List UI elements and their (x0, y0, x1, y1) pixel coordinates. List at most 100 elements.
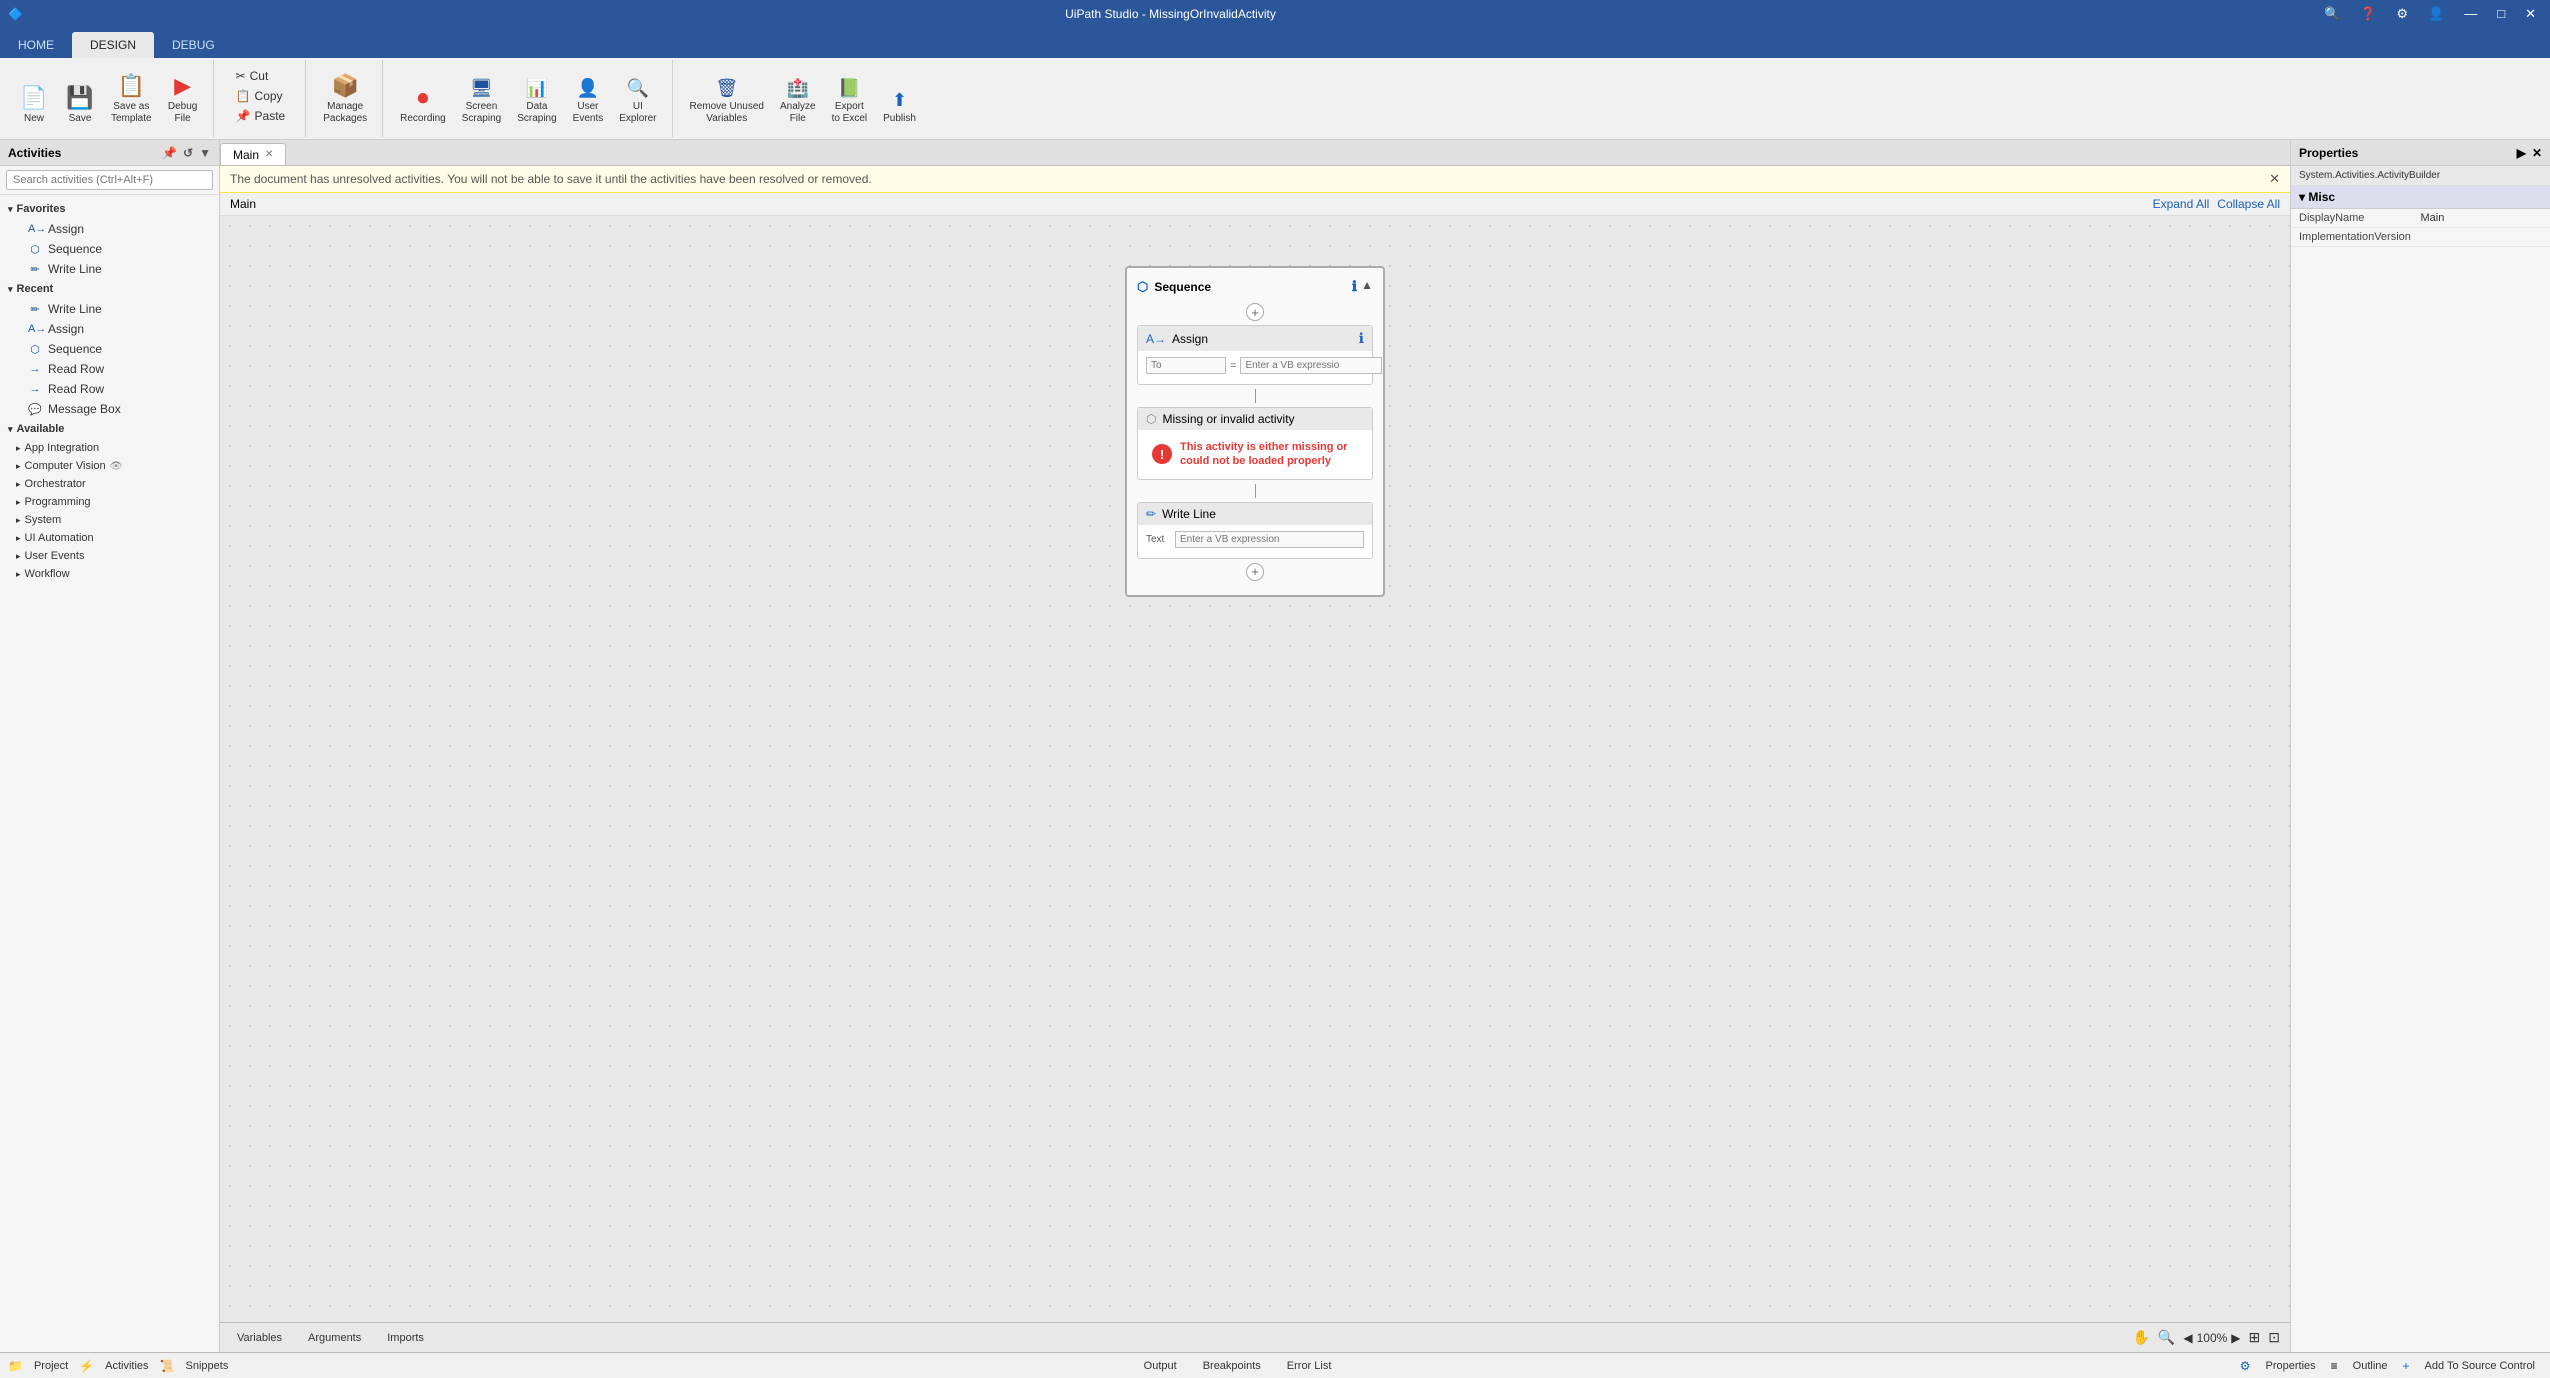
orchestrator-section[interactable]: Orchestrator (0, 475, 219, 493)
favorites-section[interactable]: Favorites (0, 199, 219, 219)
cut-button[interactable]: ✂ Cut (231, 67, 291, 85)
close-btn[interactable]: ✕ (2519, 6, 2542, 22)
computer-vision-section[interactable]: Computer Vision 👁 (0, 457, 219, 475)
hand-tool-icon[interactable]: ✋ (2132, 1329, 2149, 1346)
save-button[interactable]: 💾 Save (58, 62, 102, 130)
help-icon[interactable]: ❓ (2354, 6, 2382, 22)
search-icon[interactable]: 🔍 (2318, 6, 2346, 22)
warning-text: The document has unresolved activities. … (230, 172, 872, 186)
recent-section[interactable]: Recent (0, 279, 219, 299)
outline-bottom-tab[interactable]: Outline (2346, 1357, 2395, 1375)
wf-assign-to-input[interactable] (1146, 357, 1226, 374)
cut-label: Cut (250, 69, 269, 83)
panel-pin-icon[interactable]: 📌 (162, 146, 177, 160)
wf-assign-value-input[interactable] (1240, 357, 1382, 374)
maximize-btn[interactable]: □ (2491, 6, 2511, 22)
ui-automation-section[interactable]: UI Automation (0, 529, 219, 547)
available-section[interactable]: Available (0, 419, 219, 439)
arguments-tab[interactable]: Arguments (301, 1329, 368, 1347)
minimize-btn[interactable]: — (2458, 6, 2483, 22)
output-tab[interactable]: Output (1137, 1357, 1184, 1375)
doc-tab-close[interactable]: ✕ (265, 149, 273, 160)
analyze-file-button[interactable]: 🏥 AnalyzeFile (773, 62, 823, 130)
expand-all-btn[interactable]: Expand All (2153, 197, 2210, 211)
panel-filter-icon[interactable]: ▼ (199, 146, 211, 160)
favorite-assign[interactable]: A→ Assign (0, 219, 219, 239)
user-events-button[interactable]: 👤 UserEvents (566, 62, 611, 130)
fit-screen-icon[interactable]: ⊞ (2249, 1329, 2261, 1346)
clipboard-button[interactable]: ✂ Cut 📋 Copy 📌 Paste (224, 62, 298, 130)
manage-packages-button[interactable]: 📦 ManagePackages (316, 62, 374, 130)
error-list-tab[interactable]: Error List (1280, 1357, 1339, 1375)
warning-close[interactable]: ✕ (2269, 171, 2280, 187)
zoom-in-btn[interactable]: ▶ (2231, 1331, 2240, 1345)
collapse-all-btn[interactable]: Collapse All (2217, 197, 2280, 211)
recent-write-line[interactable]: ✏ Write Line (0, 299, 219, 319)
properties-expand-icon[interactable]: ▶ (2517, 146, 2526, 160)
wf-sequence-collapse-icon[interactable]: ▲ (1361, 278, 1373, 295)
settings-icon[interactable]: ⚙ (2390, 6, 2414, 22)
wf-add-bottom[interactable]: + (1246, 563, 1264, 581)
activities-bottom-tab[interactable]: Activities (98, 1357, 155, 1375)
workflow-section[interactable]: Workflow (0, 565, 219, 583)
doc-tab-main[interactable]: Main ✕ (220, 143, 286, 165)
debug-button[interactable]: ▶ DebugFile (161, 62, 205, 130)
wf-assign-info-icon[interactable]: ℹ (1359, 330, 1364, 347)
wf-missing-error-text: This activity is either missing or could… (1180, 440, 1358, 469)
copy-button[interactable]: 📋 Copy (231, 87, 291, 105)
properties-misc-toggle[interactable]: ▾ (2299, 190, 2308, 204)
recent-read-row-1[interactable]: → Read Row (0, 359, 219, 379)
recent-read-row-2[interactable]: → Read Row (0, 379, 219, 399)
user-icon[interactable]: 👤 (2422, 6, 2450, 22)
wf-sequence-info-icon[interactable]: ℹ (1352, 278, 1357, 295)
snippets-tab[interactable]: Snippets (179, 1357, 236, 1375)
publish-button[interactable]: ⬆ Publish (876, 62, 923, 130)
tab-design[interactable]: DESIGN (72, 32, 154, 58)
screen-scraping-button[interactable]: 🖥 ScreenScraping (455, 62, 508, 130)
recent-sequence[interactable]: ⬡ Sequence (0, 339, 219, 359)
search-input[interactable] (6, 170, 213, 190)
wf-add-top[interactable]: + (1246, 303, 1264, 321)
tab-debug[interactable]: DEBUG (154, 32, 233, 58)
user-events-section[interactable]: User Events (0, 547, 219, 565)
remove-unused-variables-button[interactable]: 🗑 Remove UnusedVariables (683, 62, 771, 130)
recent-assign[interactable]: A→ Assign (0, 319, 219, 339)
activities-panel-title: Activities (8, 146, 61, 160)
screen-scraping-icon: 🖥 (470, 78, 493, 99)
save-label: Save (69, 113, 92, 125)
properties-bottom-tab[interactable]: Properties (2259, 1357, 2323, 1375)
recording-button[interactable]: ⏺ Recording (393, 62, 453, 130)
pan-icon[interactable]: 🔍 (2158, 1329, 2175, 1346)
add-to-source-tab[interactable]: Add To Source Control (2418, 1357, 2542, 1375)
variables-tab[interactable]: Variables (230, 1329, 289, 1347)
add-to-source-icon: + (2403, 1359, 2410, 1373)
zoom-out-btn[interactable]: ◀ (2183, 1331, 2192, 1345)
paste-label: Paste (255, 109, 286, 123)
ui-explorer-button[interactable]: 🔍 UIExplorer (612, 62, 663, 130)
project-tab[interactable]: Project (27, 1357, 75, 1375)
tab-home[interactable]: HOME (0, 32, 72, 58)
wf-write-line-text-input[interactable] (1175, 531, 1364, 548)
window-icon[interactable]: 🔷 (8, 7, 23, 21)
recent-message-box[interactable]: 💬 Message Box (0, 399, 219, 419)
properties-close-icon[interactable]: ✕ (2532, 146, 2542, 160)
project-tab-group: 📁 Project ⚡ Activities 📜 Snippets (8, 1357, 235, 1375)
data-scraping-button[interactable]: 📊 DataScraping (510, 62, 563, 130)
save-template-button[interactable]: 📋 Save asTemplate (104, 62, 159, 130)
favorite-sequence[interactable]: ⬡ Sequence (0, 239, 219, 259)
fullscreen-icon[interactable]: ⊡ (2268, 1329, 2280, 1346)
window-title: UiPath Studio - MissingOrInvalidActivity (23, 7, 2318, 21)
panel-refresh-icon[interactable]: ↺ (183, 146, 193, 160)
breakpoints-tab[interactable]: Breakpoints (1196, 1357, 1268, 1375)
canvas-footer: Variables Arguments Imports ✋ 🔍 ◀ 100% ▶… (220, 1322, 2290, 1352)
imports-tab[interactable]: Imports (380, 1329, 431, 1347)
app-integration-section[interactable]: App Integration (0, 439, 219, 457)
programming-section[interactable]: Programming (0, 493, 219, 511)
paste-button[interactable]: 📌 Paste (231, 107, 291, 125)
new-button[interactable]: 📄 New (12, 62, 56, 130)
favorite-write-line[interactable]: ✏ Write Line (0, 259, 219, 279)
system-section[interactable]: System (0, 511, 219, 529)
canvas-area[interactable]: ⬡ Sequence ℹ ▲ + A→ (220, 216, 2290, 1322)
wf-missing-header: ⬡ Missing or invalid activity (1138, 408, 1372, 430)
export-to-excel-button[interactable]: 📗 Exportto Excel (825, 62, 875, 130)
